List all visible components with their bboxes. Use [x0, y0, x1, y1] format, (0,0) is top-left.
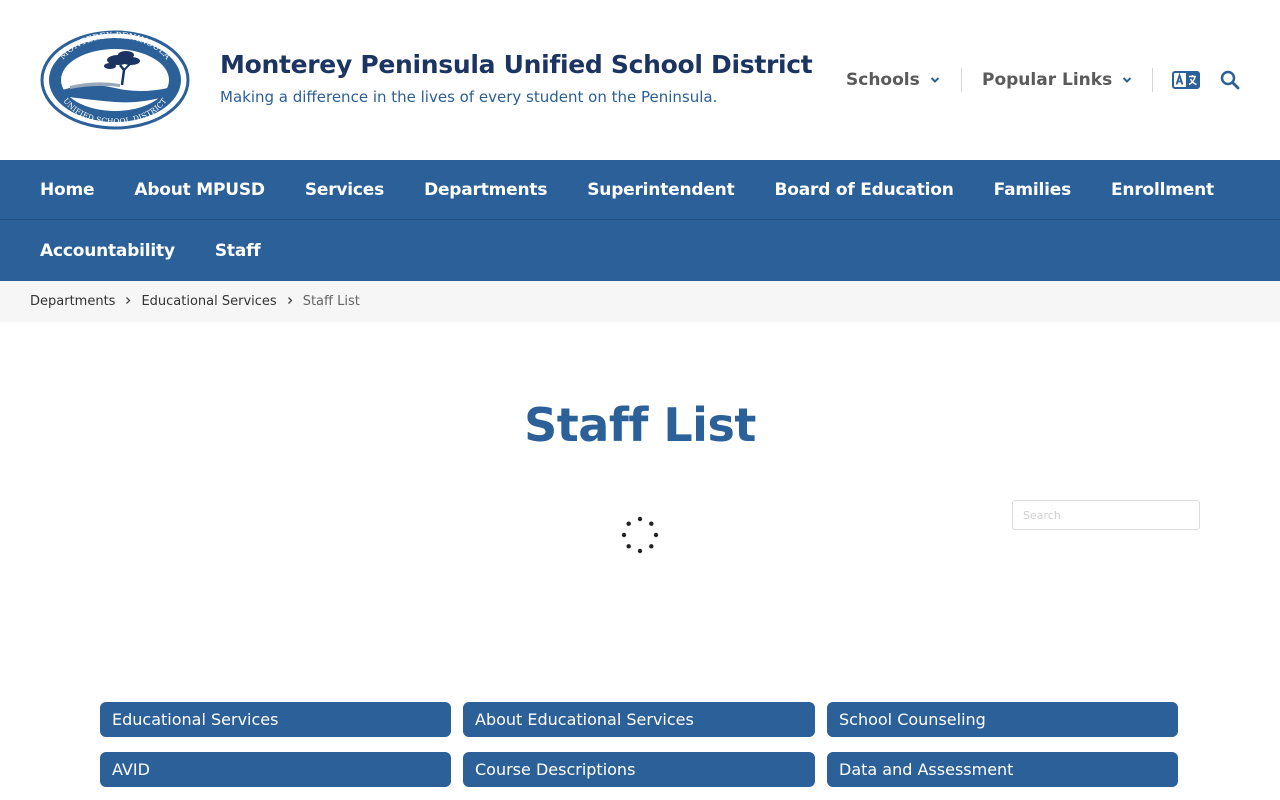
- breadcrumb-current: Staff List: [302, 294, 360, 309]
- nav-item-staff[interactable]: Staff: [195, 241, 281, 261]
- chevron-right-icon: [125, 294, 131, 309]
- site-tagline: Making a difference in the lives of ever…: [220, 88, 718, 106]
- main-navigation: Home About MPUSD Services Departments Su…: [0, 160, 1280, 281]
- link-educational-services[interactable]: Educational Services: [100, 702, 451, 737]
- nav-item-departments[interactable]: Departments: [404, 180, 567, 200]
- link-school-counseling[interactable]: School Counseling: [827, 702, 1178, 737]
- utility-divider: [961, 68, 962, 92]
- district-logo[interactable]: MONTEREY PENINSULA UNIFIED SCHOOL DISTRI…: [40, 30, 190, 130]
- nav-item-superintendent[interactable]: Superintendent: [567, 180, 754, 200]
- link-avid[interactable]: AVID: [100, 752, 451, 787]
- section-links-grid: Educational Services About Educational S…: [100, 702, 1178, 787]
- chevron-down-icon: [1122, 76, 1132, 84]
- nav-item-about-mpusd[interactable]: About MPUSD: [114, 180, 285, 200]
- schools-dropdown[interactable]: Schools: [846, 66, 940, 94]
- translate-icon[interactable]: [1171, 68, 1201, 92]
- nav-item-home[interactable]: Home: [20, 180, 114, 200]
- nav-item-accountability[interactable]: Accountability: [20, 241, 195, 261]
- search-icon[interactable]: [1215, 68, 1245, 92]
- popular-links-label: Popular Links: [982, 70, 1113, 90]
- nav-item-enrollment[interactable]: Enrollment: [1091, 180, 1234, 200]
- schools-label: Schools: [846, 70, 920, 90]
- chevron-down-icon: [930, 76, 940, 84]
- staff-search-input[interactable]: [1012, 500, 1200, 530]
- breadcrumb-link-departments[interactable]: Departments: [30, 294, 115, 309]
- page-title: Staff List: [524, 398, 756, 452]
- loading-spinner-icon: [620, 515, 660, 555]
- nav-row: Home About MPUSD Services Departments Su…: [0, 160, 1280, 220]
- nav-row: Accountability Staff: [0, 221, 1280, 281]
- popular-links-dropdown[interactable]: Popular Links: [982, 66, 1132, 94]
- site-title[interactable]: Monterey Peninsula Unified School Distri…: [220, 50, 813, 79]
- chevron-right-icon: [287, 294, 293, 309]
- breadcrumb-link-educational-services[interactable]: Educational Services: [141, 294, 276, 309]
- link-about-educational-services[interactable]: About Educational Services: [463, 702, 815, 737]
- link-data-and-assessment[interactable]: Data and Assessment: [827, 752, 1178, 787]
- nav-item-services[interactable]: Services: [285, 180, 404, 200]
- nav-item-board-of-education[interactable]: Board of Education: [755, 180, 974, 200]
- utility-divider: [1152, 68, 1153, 92]
- site-header: MONTEREY PENINSULA UNIFIED SCHOOL DISTRI…: [0, 0, 1280, 160]
- breadcrumb: Departments Educational Services Staff L…: [0, 281, 1280, 322]
- nav-item-families[interactable]: Families: [974, 180, 1091, 200]
- link-course-descriptions[interactable]: Course Descriptions: [463, 752, 815, 787]
